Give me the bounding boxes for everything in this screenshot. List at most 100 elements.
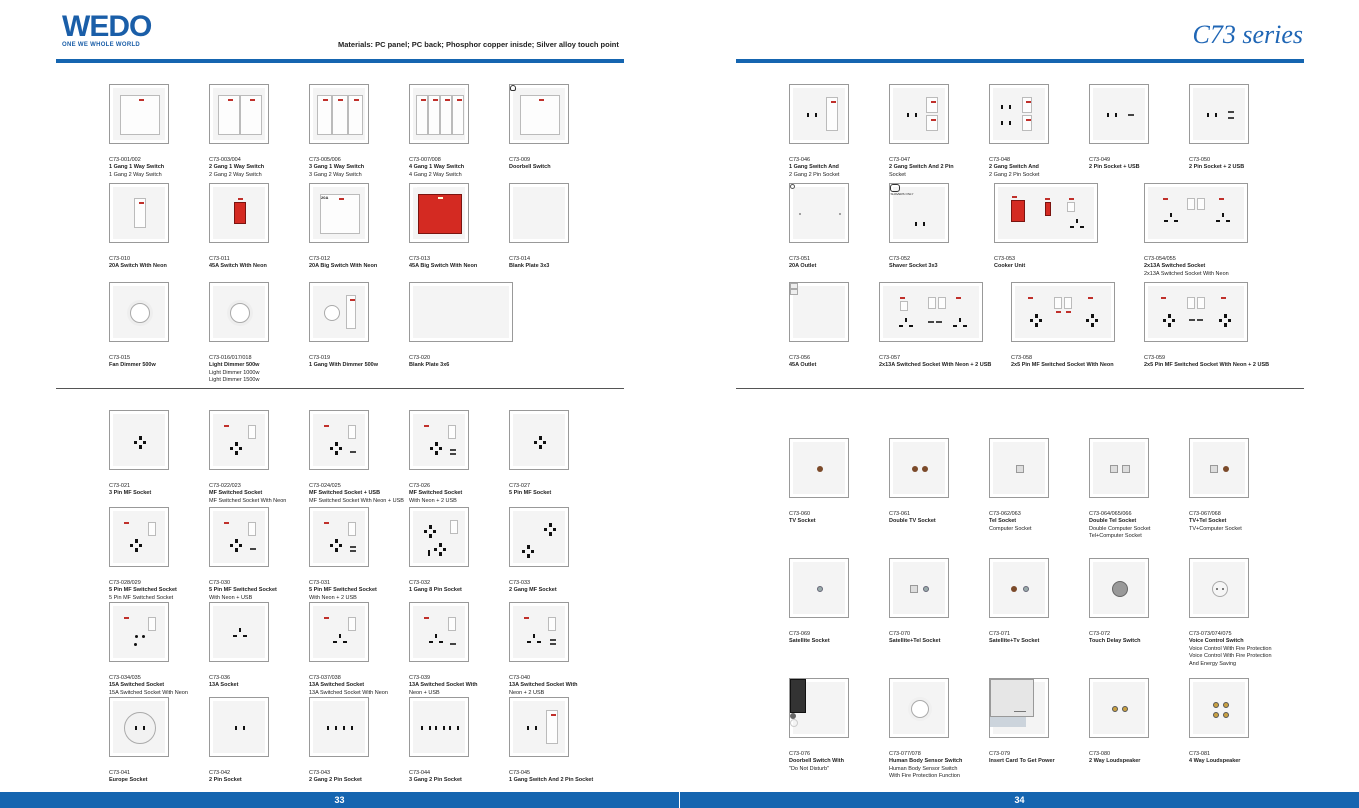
product-image [509, 602, 569, 662]
speaker-terminal [1213, 702, 1219, 708]
product-code: C73-003/004 [209, 157, 241, 163]
product-item: C73-009 Doorbell Switch [509, 84, 609, 172]
product-code: C73-070 [889, 631, 911, 637]
socket-pin [343, 641, 347, 643]
dimmer-knob [130, 303, 150, 323]
product-description: 45A Outlet [789, 362, 817, 368]
switch-rocker [1054, 297, 1062, 309]
product-description: MF Switched Socket [209, 490, 263, 496]
product-description: 1 Gang 8 Pin Socket [409, 587, 462, 593]
neon-indicator [424, 425, 429, 427]
product-image [109, 282, 169, 342]
usb-port [450, 643, 456, 645]
neon-indicator [930, 119, 936, 121]
socket-pin [449, 726, 451, 730]
socket-pin [434, 451, 438, 455]
product-item: C73-028/029 5 Pin MF Switched Socket 5 Pin… [109, 507, 209, 610]
product-description: With Neon + 2 USB [409, 497, 457, 504]
page-number-right: 34 [680, 792, 1359, 808]
page-number-left: 33 [0, 792, 679, 808]
socket-pin [424, 530, 427, 533]
socket-pin [1009, 121, 1011, 125]
product-item: C73-064/065/066 Double Tel Socket Double C… [1089, 438, 1189, 541]
socket-pin [534, 441, 537, 444]
switch-rocker [1197, 198, 1205, 210]
product-description: Neon + 2 USB [509, 689, 545, 696]
switch-rocker [1022, 115, 1032, 131]
socket-pin [235, 726, 237, 730]
switch-rocker [218, 95, 240, 135]
brand-logo: WEDO ONE WE WHOLE WORLD [62, 12, 152, 49]
socket-pin [553, 528, 556, 531]
neon-indicator [324, 522, 329, 524]
product-image [1189, 678, 1249, 738]
socket-pin [1167, 323, 1171, 327]
rj-port [1016, 465, 1024, 473]
usb-port [1197, 319, 1203, 321]
satellite-port [1023, 586, 1029, 592]
product-code: C73-005/006 [309, 157, 341, 163]
neon-indicator [349, 299, 355, 301]
product-image [994, 183, 1098, 243]
socket-pin [535, 726, 537, 730]
product-code: C73-049 [1089, 157, 1111, 163]
neon-indicator [1025, 119, 1031, 121]
speaker-terminal [1223, 702, 1229, 708]
socket-pin [1080, 226, 1084, 228]
product-description: Tel+Computer Socket [1089, 533, 1142, 539]
product-code: C73-009 [509, 157, 531, 163]
socket-pin [439, 447, 442, 450]
product-description: MF Switched Socket [409, 490, 463, 496]
socket-pin [1219, 319, 1222, 322]
product-code: C73-037/038 [309, 675, 341, 681]
product-item: C73-077/078 Human Body Sensor Switch Human… [889, 678, 989, 781]
socket-pin [1001, 105, 1003, 109]
product-item: C73-039 13A Switched Socket With Neon + US… [409, 602, 509, 697]
product-image [309, 602, 369, 662]
product-item: C73-041 Europe Socket [109, 697, 209, 785]
product-image [109, 697, 169, 757]
product-description: 2 Gang 1 Way Switch [209, 164, 265, 170]
product-image [209, 602, 269, 662]
product-item: C73-046 1 Gang Switch And 2 Gang 2 Pin Soc… [789, 84, 889, 179]
socket-pin [1222, 213, 1224, 217]
neon-indicator [124, 522, 129, 524]
socket-pin [134, 539, 138, 543]
usb-port [350, 451, 356, 453]
socket-pin [1223, 314, 1227, 318]
product-image [109, 410, 169, 470]
switch-rocker [520, 95, 560, 135]
product-code: C73-079 [989, 751, 1011, 757]
socket-pin [443, 548, 446, 551]
schuko-recess [124, 712, 156, 744]
usb-port [550, 639, 556, 641]
socket-pin [434, 548, 437, 551]
product-image [1144, 282, 1248, 342]
switch-rocker [546, 710, 558, 744]
product-image [789, 282, 849, 342]
product-description: 2 Gang 2 Pin Socket [789, 171, 840, 178]
product-item: C73-048 2 Gang Switch And 2 Gang 2 Pin Soc… [989, 84, 1089, 179]
socket-pin [1207, 113, 1209, 117]
bell-icon [510, 85, 516, 91]
product-code: C73-010 [109, 256, 131, 262]
socket-pin [438, 543, 442, 547]
socket-pin [907, 113, 909, 117]
product-code: C73-080 [1089, 751, 1111, 757]
touch-button [1112, 581, 1128, 597]
product-item: C73-045 1 Gang Switch And 2 Pin Socket [509, 697, 609, 785]
product-image [1189, 438, 1249, 498]
product-description: Computer Socket [989, 525, 1032, 532]
product-description: 3 Gang 1 Way Switch [309, 164, 365, 170]
socket-pin [1115, 113, 1117, 117]
socket-pin [1001, 121, 1003, 125]
product-code: C73-021 [109, 483, 131, 489]
socket-pin [438, 552, 442, 556]
product-image [789, 183, 849, 243]
socket-pin [1172, 319, 1175, 322]
product-item: C73-005/006 3 Gang 1 Way Switch 3 Gang 2 W… [309, 84, 409, 179]
product-image [889, 678, 949, 738]
shaver-label: SHAVERS ONLY [890, 192, 914, 196]
product-code: C73-034/035 [109, 675, 141, 681]
product-description: 5 Pin MF Switched Socket [109, 594, 174, 601]
